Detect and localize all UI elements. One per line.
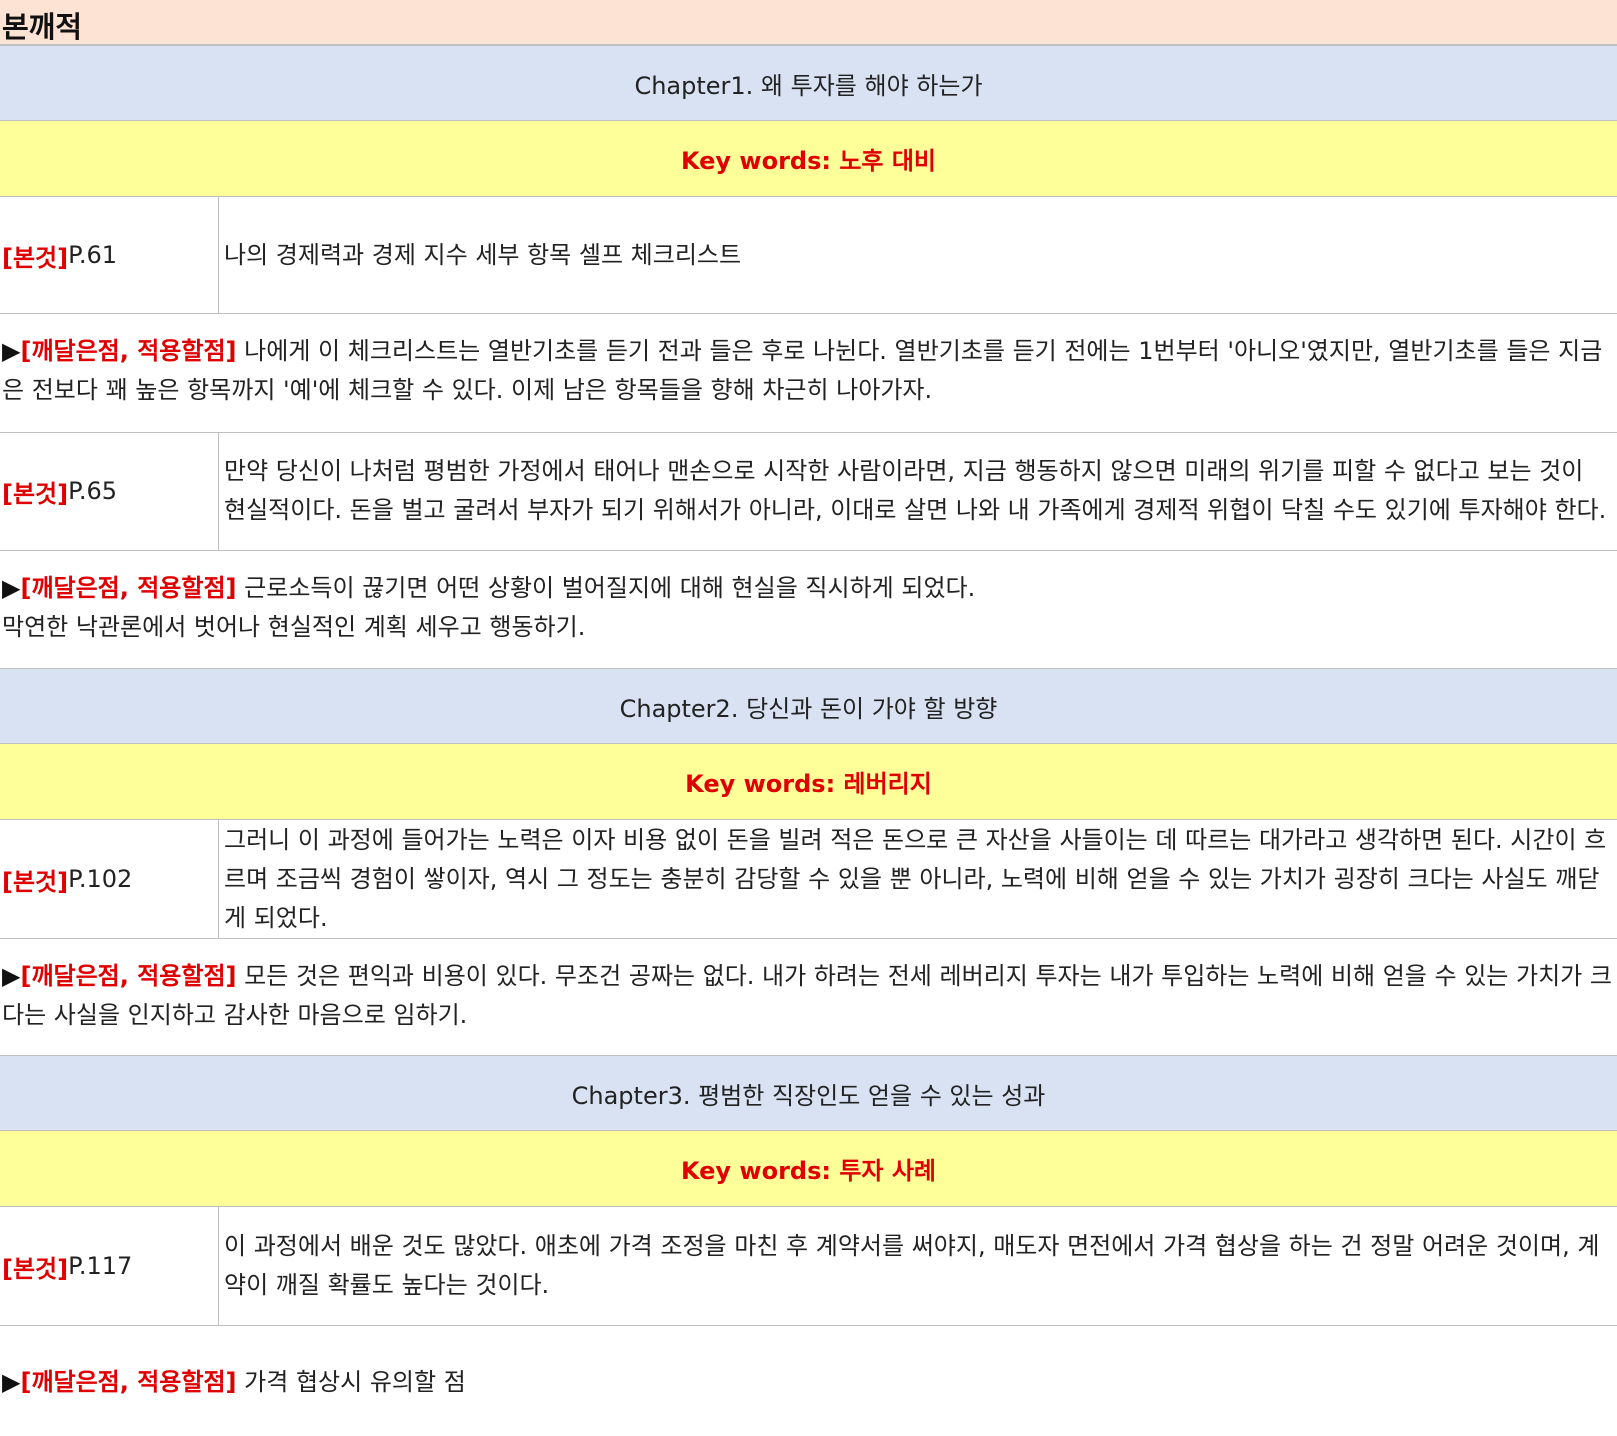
quote-content: 만약 당신이 나처럼 평범한 가정에서 태어나 맨손으로 시작한 사람이라면, … xyxy=(224,457,1607,524)
quote-page: P.65 xyxy=(68,477,118,505)
page: 본깨적 Chapter1. 왜 투자를 해야 하는가 Key words: 노후… xyxy=(0,0,1617,1436)
quote-tag: [본것] xyxy=(2,867,69,896)
quote-row: [본것] P.102 그러니 이 과정에 들어가는 노력은 이자 비용 없이 돈을… xyxy=(0,820,1617,939)
quote-label: [본것] P.117 xyxy=(0,1207,219,1325)
quote-text: 이 과정에서 배운 것도 많았다. 애초에 가격 조정을 마친 후 계약서를 써… xyxy=(224,1207,1611,1325)
insight-tag: [깨달은점, 적용할점] xyxy=(20,962,237,990)
insight-block: ▶[깨달은점, 적용할점] 근로소득이 끊기면 어떤 상황이 벌어질지에 대해 … xyxy=(0,569,1617,647)
insight-tag: [깨달은점, 적용할점] xyxy=(20,337,237,365)
keywords-text: Key words: 노후 대비 xyxy=(680,147,937,175)
keywords-bar: Key words: 투자 사례 xyxy=(0,1131,1617,1207)
quote-label: [본것] P.102 xyxy=(0,820,219,938)
keywords-bar: Key words: 노후 대비 xyxy=(0,121,1617,197)
chapter-heading: Chapter1. 왜 투자를 해야 하는가 xyxy=(0,45,1617,121)
quote-tag: [본것] xyxy=(2,1254,69,1283)
quote-text: 그러니 이 과정에 들어가는 노력은 이자 비용 없이 돈을 빌려 적은 돈으로… xyxy=(224,820,1611,938)
quote-page: P.61 xyxy=(68,241,118,269)
quote-text: 만약 당신이 나처럼 평범한 가정에서 태어나 맨손으로 시작한 사람이라면, … xyxy=(224,432,1611,550)
quote-tag: [본것] xyxy=(2,243,69,272)
insight-block: ▶[깨달은점, 적용할점] 모든 것은 편익과 비용이 있다. 무조건 공짜는 … xyxy=(0,957,1617,1035)
insight-block: ▶[깨달은점, 적용할점] 나에게 이 체크리스트는 열반기초를 듣기 전과 들… xyxy=(0,332,1617,410)
quote-label: [본것] P.65 xyxy=(0,432,219,550)
chapter-title: Chapter1. 왜 투자를 해야 하는가 xyxy=(634,71,983,100)
triangle-right-icon: ▶ xyxy=(2,574,21,602)
triangle-right-icon: ▶ xyxy=(2,337,21,365)
insight-tag: [깨달은점, 적용할점] xyxy=(20,1368,237,1396)
insight-block: ▶[깨달은점, 적용할점] 가격 협상시 유의할 점 xyxy=(0,1363,1617,1402)
quote-row: [본것] P.61 나의 경제력과 경제 지수 세부 항목 셀프 체크리스트 xyxy=(0,197,1617,314)
chapter-title: Chapter2. 당신과 돈이 가야 할 방향 xyxy=(619,694,998,723)
quote-text: 나의 경제력과 경제 지수 세부 항목 셀프 체크리스트 xyxy=(224,197,1611,313)
chapter-heading: Chapter3. 평범한 직장인도 얻을 수 있는 성과 xyxy=(0,1055,1617,1131)
keywords-text: Key words: 레버리지 xyxy=(685,770,932,798)
quote-content: 이 과정에서 배운 것도 많았다. 애초에 가격 조정을 마친 후 계약서를 써… xyxy=(224,1232,1600,1299)
insight-text-line2: 막연한 낙관론에서 벗어나 현실적인 계획 세우고 행동하기. xyxy=(2,613,586,641)
quote-row: [본것] P.65 만약 당신이 나처럼 평범한 가정에서 태어나 맨손으로 시작… xyxy=(0,432,1617,551)
chapter-heading: Chapter2. 당신과 돈이 가야 할 방향 xyxy=(0,668,1617,744)
triangle-right-icon: ▶ xyxy=(2,1368,21,1396)
page-title: 본깨적 xyxy=(2,10,83,44)
quote-content: 그러니 이 과정에 들어가는 노력은 이자 비용 없이 돈을 빌려 적은 돈으로… xyxy=(224,825,1607,932)
quote-content: 나의 경제력과 경제 지수 세부 항목 셀프 체크리스트 xyxy=(224,240,742,269)
quote-row: [본것] P.117 이 과정에서 배운 것도 많았다. 애초에 가격 조정을 마… xyxy=(0,1207,1617,1326)
title-bar: 본깨적 xyxy=(0,0,1617,45)
insight-text: 근로소득이 끊기면 어떤 상황이 벌어질지에 대해 현실을 직시하게 되었다. xyxy=(244,574,976,602)
quote-tag: [본것] xyxy=(2,479,69,508)
quote-page: P.102 xyxy=(68,865,133,893)
insight-text: 모든 것은 편익과 비용이 있다. 무조건 공짜는 없다. 내가 하려는 전세 … xyxy=(2,962,1612,1029)
insight-text: 가격 협상시 유의할 점 xyxy=(244,1368,466,1396)
keywords-text: Key words: 투자 사례 xyxy=(680,1157,937,1185)
quote-page: P.117 xyxy=(68,1252,133,1280)
chapter-title: Chapter3. 평범한 직장인도 얻을 수 있는 성과 xyxy=(571,1081,1046,1110)
insight-tag: [깨달은점, 적용할점] xyxy=(20,574,237,602)
insight-text: 나에게 이 체크리스트는 열반기초를 듣기 전과 들은 후로 나뉜다. 열반기초… xyxy=(2,337,1603,404)
quote-label: [본것] P.61 xyxy=(0,197,219,313)
keywords-bar: Key words: 레버리지 xyxy=(0,744,1617,820)
triangle-right-icon: ▶ xyxy=(2,962,21,990)
